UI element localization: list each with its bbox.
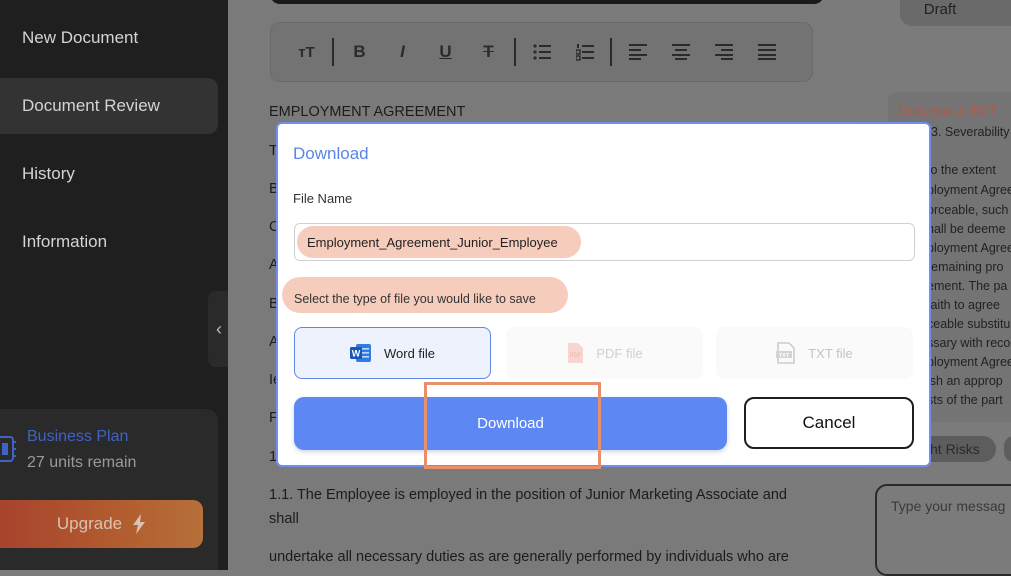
cancel-button-label: Cancel: [802, 413, 856, 432]
sidebar-item-label: Document Review: [22, 96, 160, 115]
toolbar-divider: [332, 38, 334, 66]
align-center-icon: [671, 44, 690, 60]
sidebar-item-label: Information: [22, 232, 108, 251]
bot-message-line: ployment Agree: [927, 183, 1011, 197]
bot-message-line: to the extent: [927, 163, 996, 177]
txt-option-label: TXT file: [808, 345, 853, 361]
bot-message-line: ployment Agree: [927, 355, 1011, 369]
file-name-value: Employment_Agreement_Junior_Employee: [297, 226, 581, 258]
bullet-list-button[interactable]: [520, 34, 563, 70]
bot-message-line: orceable, such: [927, 203, 1009, 217]
upgrade-label: Upgrade: [56, 514, 123, 533]
word-icon: W: [349, 344, 371, 362]
file-type-word-option[interactable]: W Word file: [294, 327, 491, 379]
pdf-option-label: PDF file: [596, 345, 643, 361]
strikethrough-icon: T: [483, 42, 494, 61]
draft-tab[interactable]: Draft: [900, 0, 1011, 26]
plan-name: Business Plan: [27, 428, 129, 445]
sidebar: New Document Document Review History Inf…: [0, 0, 228, 570]
document-line: shall: [269, 511, 299, 527]
collapse-sidebar-handle[interactable]: ‹: [208, 291, 230, 367]
chevron-left-icon: ‹: [216, 318, 222, 339]
chat-input-placeholder: Type your messag: [891, 498, 1006, 514]
align-center-button[interactable]: [659, 34, 702, 70]
document-line: undertake all necessary duties as are ge…: [269, 549, 789, 565]
editor-top-bar: [270, 0, 824, 4]
bot-message-line: ish an approp: [927, 374, 1003, 388]
download-button-label: Download: [477, 415, 544, 432]
toolbar-divider: [514, 38, 516, 66]
chat-message-input[interactable]: Type your messag: [875, 484, 1011, 576]
align-right-button[interactable]: [702, 34, 745, 70]
file-type-txt-option[interactable]: TXT TXT file: [716, 327, 913, 379]
align-left-button[interactable]: [616, 34, 659, 70]
plan-units: 27 units remain: [27, 454, 137, 471]
bot-message-line: ployment Agree: [927, 241, 1011, 255]
sidebar-item-document-review[interactable]: Document Review: [0, 78, 218, 134]
align-justify-icon: [757, 44, 776, 60]
bot-message-line: sts of the part: [927, 393, 1003, 407]
sidebar-item-label: History: [22, 164, 75, 183]
font-size-icon: тT: [298, 43, 315, 61]
bot-message-line: 3. Severability: [931, 125, 1010, 139]
svg-text:PDF: PDF: [570, 353, 582, 359]
chip-icon: [0, 436, 16, 462]
strikethrough-button[interactable]: T: [467, 34, 510, 70]
bot-message-line: ceable substitu: [927, 317, 1011, 331]
italic-icon: I: [400, 42, 405, 61]
sidebar-item-label: New Document: [22, 28, 139, 47]
sidebar-item-information[interactable]: Information: [0, 214, 218, 270]
risks-chip-label: ht Risks: [930, 441, 980, 457]
sidebar-item-history[interactable]: History: [0, 146, 218, 202]
bot-message-line: remaining pro: [927, 260, 1004, 274]
sidebar-item-new-document[interactable]: New Document: [0, 10, 218, 66]
bold-button[interactable]: B: [338, 34, 381, 70]
align-right-icon: [714, 44, 733, 60]
lightning-icon: [133, 514, 146, 534]
download-button[interactable]: Download: [294, 397, 727, 450]
align-left-icon: [628, 44, 647, 60]
numbered-list-button[interactable]: [563, 34, 606, 70]
document-heading: EMPLOYMENT AGREEMENT: [269, 104, 466, 120]
bot-message-line: hall be deeme: [927, 222, 1006, 236]
document-line: 1.1. The Employee is employed in the pos…: [269, 487, 787, 503]
txt-icon: TXT: [776, 342, 795, 364]
file-type-prompt: Select the type of file you would like t…: [282, 277, 568, 313]
download-dialog: Download File Name Employment_Agreement_…: [276, 122, 931, 467]
file-name-label: File Name: [293, 191, 353, 206]
italic-button[interactable]: I: [381, 34, 424, 70]
formatting-toolbar: тT B I U T: [270, 22, 813, 82]
bot-message-line: ssary with reco: [927, 336, 1011, 350]
plan-card: Business Plan 27 units remain Upgrade: [0, 409, 218, 570]
bullet-list-icon: [532, 44, 551, 60]
bot-message-line: faith to agree: [927, 298, 1000, 312]
pdf-icon: PDF: [568, 343, 584, 363]
file-name-input[interactable]: Employment_Agreement_Junior_Employee: [294, 223, 915, 261]
file-type-pdf-option[interactable]: PDF PDF file: [506, 327, 703, 379]
bot-message-line: ement. The pa: [927, 279, 1008, 293]
numbered-list-icon: [575, 44, 594, 61]
svg-text:W: W: [352, 349, 361, 359]
svg-text:TXT: TXT: [779, 353, 790, 359]
upgrade-button[interactable]: Upgrade: [0, 500, 203, 548]
dialog-title: Download: [293, 144, 369, 163]
word-option-label: Word file: [383, 345, 436, 361]
cancel-button[interactable]: Cancel: [744, 397, 914, 449]
align-justify-button[interactable]: [745, 34, 788, 70]
toolbar-divider: [610, 38, 612, 66]
underline-icon: U: [439, 42, 452, 61]
draft-label: Draft: [923, 1, 957, 18]
underline-button[interactable]: U: [424, 34, 467, 70]
bot-name: DocLegal.ai BOT: [898, 103, 997, 118]
bold-icon: B: [353, 42, 366, 61]
font-size-button[interactable]: тT: [285, 34, 328, 70]
